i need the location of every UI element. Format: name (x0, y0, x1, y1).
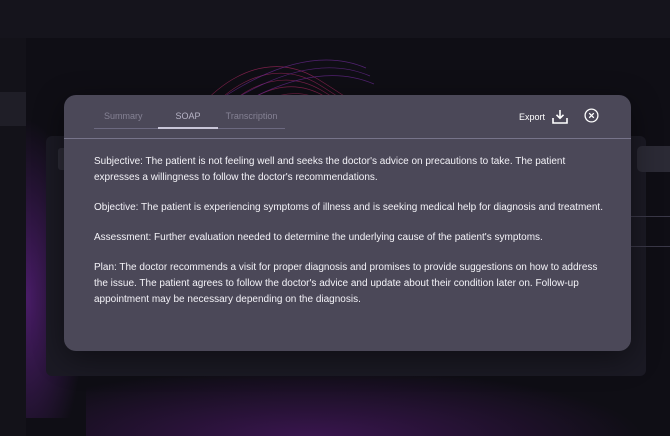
background-button-right (637, 146, 670, 172)
soap-assessment: Assessment: Further evaluation needed to… (94, 232, 543, 243)
header-divider (64, 138, 631, 139)
tab-summary[interactable]: Summary (104, 109, 158, 129)
close-icon[interactable] (584, 108, 599, 123)
soap-subjective: Subjective: The patient is not feeling w… (94, 156, 566, 183)
soap-plan: Plan: The doctor recommends a visit for … (94, 262, 598, 305)
sidebar-active-item (0, 92, 26, 126)
soap-content: Subjective: The patient is not feeling w… (94, 154, 604, 322)
tab-transcription[interactable]: Transcription (218, 109, 285, 129)
tab-soap[interactable]: SOAP (158, 109, 218, 129)
download-icon (552, 110, 568, 124)
app-top-bar (0, 0, 670, 38)
soap-objective: Objective: The patient is experiencing s… (94, 202, 603, 213)
background-glow-bottom (86, 368, 646, 436)
export-button[interactable]: Export (519, 110, 568, 124)
export-label: Export (519, 112, 546, 122)
modal-header: Summary SOAP Transcription Export (64, 95, 631, 139)
tab-bar: Summary SOAP Transcription (94, 109, 285, 129)
soap-notes-modal: Summary SOAP Transcription Export Subjec… (64, 95, 631, 351)
